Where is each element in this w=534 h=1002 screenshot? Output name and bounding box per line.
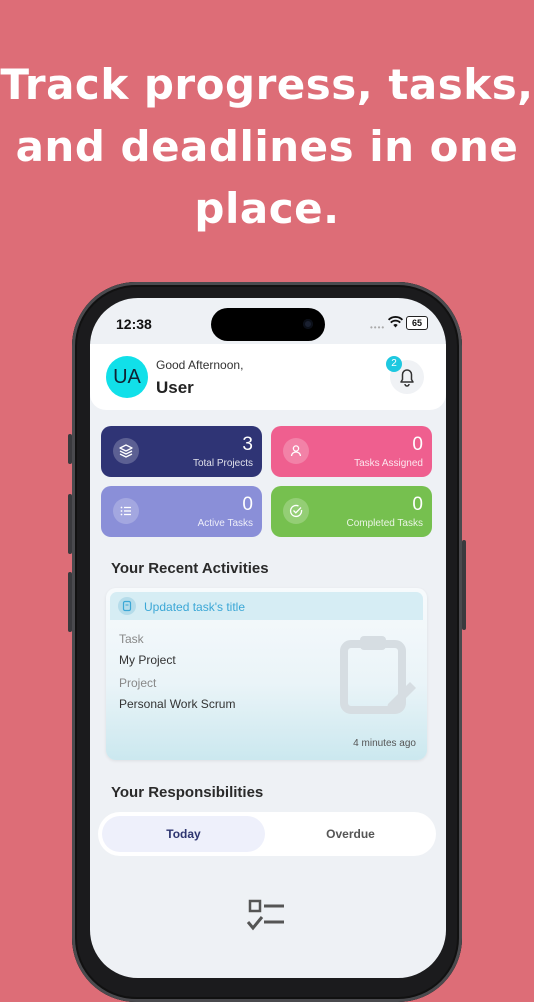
responsibilities-title: Your Responsibilities (111, 784, 264, 801)
task-label: Task (119, 632, 144, 646)
layers-icon (113, 438, 139, 464)
stat-value: 3 (242, 434, 253, 455)
activity-card-header: Updated task's title (110, 592, 423, 620)
edit-note-icon (118, 597, 136, 615)
project-label: Project (119, 676, 157, 690)
list-icon (113, 498, 139, 524)
activity-card[interactable]: Updated task's title Task My Project Pro… (106, 588, 427, 760)
battery-icon: 65 (406, 316, 428, 330)
clipboard-edit-icon (340, 636, 416, 714)
stat-label: Total Projects (192, 458, 253, 469)
activity-timestamp: 4 minutes ago (353, 738, 416, 749)
greeting-text: Good Afternoon, (156, 358, 244, 372)
status-time: 12:38 (116, 316, 152, 332)
project-value: Personal Work Scrum (119, 697, 236, 711)
dynamic-island (211, 308, 325, 341)
stat-card-active-tasks[interactable]: 0 Active Tasks (101, 486, 262, 537)
phone-volume-up (68, 494, 72, 554)
stat-label: Active Tasks (197, 518, 253, 529)
stat-value: 0 (242, 494, 253, 515)
phone-power-button (462, 540, 466, 630)
stat-label: Tasks Assigned (354, 458, 423, 469)
tab-today[interactable]: Today (102, 816, 265, 852)
phone-frame: 12:38 •••• 65 UA Good Afternoon, User 2 … (68, 282, 466, 1002)
responsibility-tabs: Today Overdue (98, 812, 436, 856)
tab-overdue[interactable]: Overdue (269, 816, 432, 852)
avatar[interactable]: UA (106, 356, 148, 398)
camera-icon (303, 319, 313, 329)
checklist-icon (246, 899, 284, 931)
user-icon (283, 438, 309, 464)
check-circle-icon (283, 498, 309, 524)
wifi-icon (388, 316, 403, 328)
activity-title: Updated task's title (144, 600, 246, 614)
stat-card-completed-tasks[interactable]: 0 Completed Tasks (271, 486, 432, 537)
recent-activities-title: Your Recent Activities (111, 560, 269, 577)
task-value: My Project (119, 653, 176, 667)
notification-badge: 2 (386, 356, 402, 372)
signal-icon: •••• (370, 323, 386, 332)
stat-value: 0 (412, 494, 423, 515)
app-screen: 12:38 •••• 65 UA Good Afternoon, User 2 … (90, 298, 446, 978)
status-bar: 12:38 •••• 65 (90, 298, 446, 344)
phone-volume-down (68, 572, 72, 632)
stat-label: Completed Tasks (346, 518, 423, 529)
user-name: User (156, 378, 194, 397)
promo-headline: Track progress, tasks, and deadlines in … (0, 60, 534, 233)
stat-card-tasks-assigned[interactable]: 0 Tasks Assigned (271, 426, 432, 477)
app-header: UA Good Afternoon, User 2 (90, 344, 446, 410)
stat-value: 0 (412, 434, 423, 455)
stat-card-total-projects[interactable]: 3 Total Projects (101, 426, 262, 477)
phone-silent-switch (68, 434, 72, 464)
